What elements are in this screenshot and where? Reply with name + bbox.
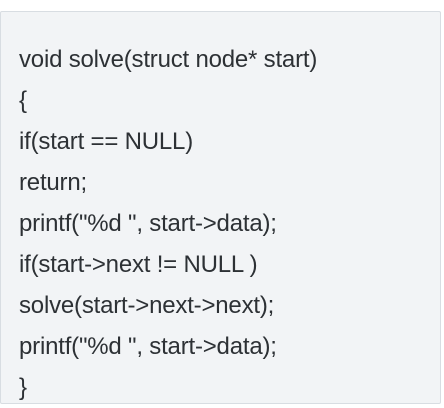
code-line: }	[19, 374, 27, 401]
code-line: if(start->next != NULL )	[19, 251, 258, 278]
code-line: return;	[19, 169, 87, 196]
code-lines: void solve(struct node* start) { if(star…	[19, 39, 317, 408]
code-line: {	[19, 87, 27, 114]
code-line: printf("%d ", start->data);	[19, 333, 277, 360]
code-line: solve(start->next->next);	[19, 292, 275, 319]
code-line: void solve(struct node* start)	[19, 46, 318, 73]
code-line: if(start == NULL)	[19, 128, 193, 155]
page-top-area	[0, 0, 444, 11]
code-block: void solve(struct node* start) { if(star…	[0, 11, 441, 404]
code-line: printf("%d ", start->data);	[19, 210, 277, 237]
